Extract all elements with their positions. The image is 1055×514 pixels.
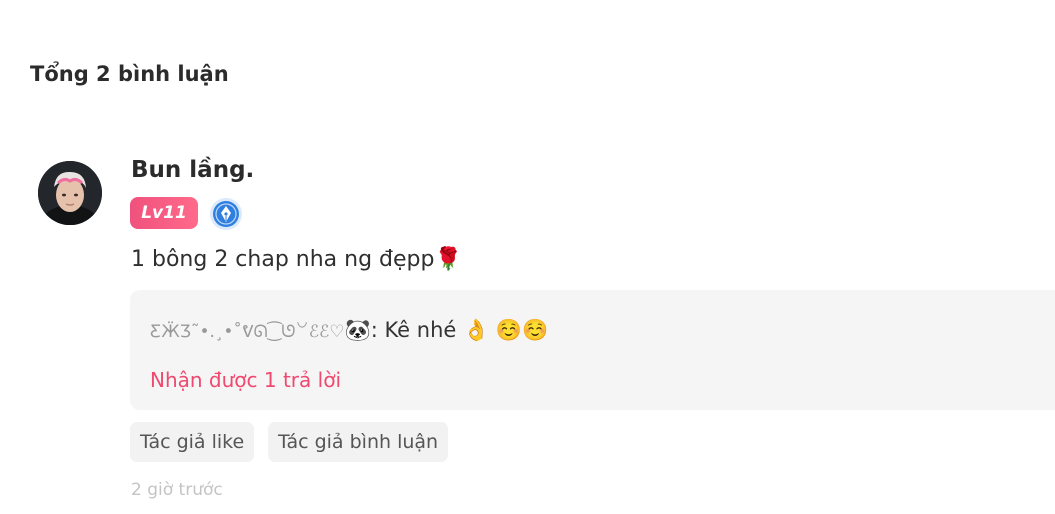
comment-text: 1 bông 2 chap nha ng đẹpp🌹 — [131, 247, 462, 272]
comment-total-title: Tổng 2 bình luận — [30, 62, 229, 86]
reply-preview-line: ƸӜƷ˜•.¸•˚ᕓᘏ⁐ᘎ꒡ℰℰ♡🐼: Kê nhé 👌 ☺️☺️ — [150, 318, 548, 343]
author-pen-badge-icon — [209, 197, 243, 231]
author-like-tag[interactable]: Tác giả like — [130, 422, 255, 462]
comment-timestamp: 2 giờ trước — [131, 480, 223, 500]
view-replies-link[interactable]: Nhận được 1 trả lời — [150, 368, 341, 392]
reply-nickname: ƸӜƷ˜•.¸•˚ᕓᘏ⁐ᘎ꒡ℰℰ♡ — [150, 322, 345, 342]
avatar-image — [38, 161, 102, 225]
level-badge: Lv11 — [130, 197, 198, 229]
avatar[interactable] — [38, 161, 102, 225]
author-comment-tag[interactable]: Tác giả bình luận — [268, 422, 449, 462]
reply-text: 🐼: Kê nhé 👌 ☺️☺️ — [344, 318, 549, 342]
reply-preview-box[interactable]: ƸӜƷ˜•.¸•˚ᕓᘏ⁐ᘎ꒡ℰℰ♡🐼: Kê nhé 👌 ☺️☺️ Nhận đ… — [130, 290, 1055, 410]
comment-username[interactable]: Bun lầng. — [131, 157, 254, 183]
